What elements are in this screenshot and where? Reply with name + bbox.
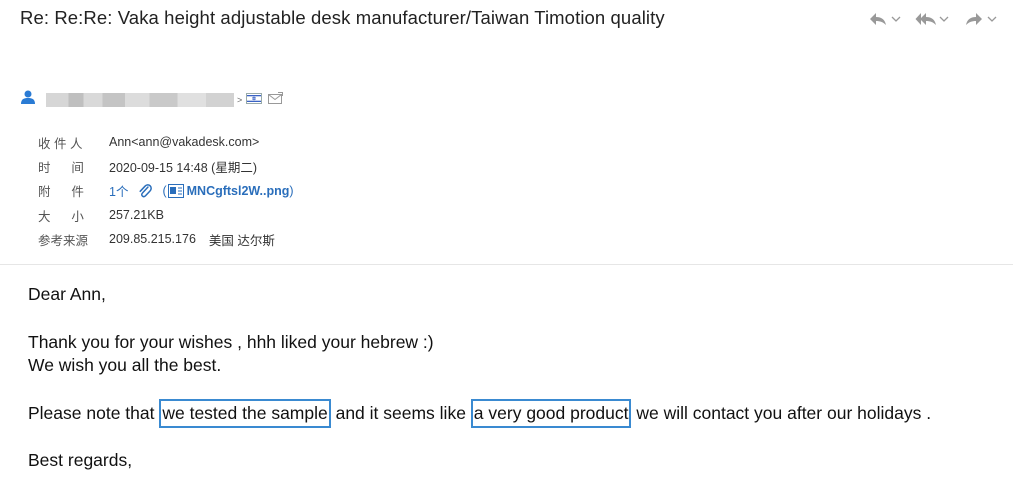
meta-attachment: 附 件 1个 ( MNCgftsl2W..png ) (38, 179, 294, 203)
chevron-down-icon[interactable] (889, 10, 903, 28)
meta-recipient: 收 件 人 Ann<ann@vakadesk.com> (38, 130, 294, 154)
body-line-3-middle: and it seems like (330, 402, 471, 423)
recipient-label: 收 件 人 (38, 136, 83, 151)
forward-group (963, 10, 999, 28)
body-line-3-start: Please note that (28, 402, 160, 423)
time-value: 2020-09-15 14:48 (星期二) (109, 160, 257, 175)
source-ip: 209.85.215.176 (109, 232, 196, 247)
attachment-paren-open: ( (162, 183, 167, 198)
chevron-down-icon[interactable] (985, 10, 999, 28)
body-line-3-end: we will contact you after our holidays . (631, 402, 932, 423)
paperclip-icon[interactable] (138, 183, 153, 199)
highlight-box-product: a very good product (470, 398, 632, 428)
recipient-value[interactable]: Ann<ann@vakadesk.com> (109, 135, 259, 149)
reply-all-icon[interactable] (915, 10, 937, 28)
source-value: 209.85.215.176 美国 达尔斯 (109, 230, 275, 249)
user-icon (20, 90, 36, 109)
sender-caret[interactable]: > (237, 95, 242, 105)
size-label: 大 小 (38, 209, 84, 224)
attachment-count[interactable]: 1个 (109, 181, 128, 200)
message-toolbar (859, 10, 999, 28)
source-label: 参考来源 (38, 233, 89, 248)
source-location: 美国 达尔斯 (208, 233, 275, 248)
body-line-2: We wish you all the best. (28, 355, 222, 375)
sender-address-redacted[interactable] (46, 92, 234, 107)
sender-row: > (20, 90, 284, 109)
attachment-label: 附 件 (38, 185, 84, 200)
time-label: 时 间 (38, 160, 84, 175)
body-line-1: Thank you for your wishes , hhh liked yo… (28, 331, 434, 352)
attachment-paren-close: ) (289, 183, 294, 198)
body-line-3: Please note that we tested the sample an… (28, 398, 932, 428)
file-icon (167, 183, 184, 198)
meta-time: 时 间 2020-09-15 14:48 (星期二) (38, 154, 294, 178)
forward-icon[interactable] (963, 10, 985, 28)
meta-size: 大 小 257.21KB (38, 203, 294, 227)
envelope-icon[interactable] (268, 91, 284, 109)
email-meta: 收 件 人 Ann<ann@vakadesk.com> 时 间 2020-09-… (38, 130, 294, 251)
attachment-value: 1个 ( MNCgftsl2W..png ) (109, 181, 294, 200)
reply-icon[interactable] (867, 10, 889, 28)
chevron-down-icon[interactable] (937, 10, 951, 28)
attachment-name-link[interactable]: MNCgftsl2W..png (187, 184, 290, 198)
flag-icon (246, 91, 263, 109)
size-value: 257.21KB (109, 208, 164, 223)
reply-group (867, 10, 903, 28)
closing: Best regards, (28, 450, 133, 470)
email-subject: Re: Re:Re: Vaka height adjustable desk m… (20, 7, 665, 28)
header-divider (0, 264, 1013, 265)
email-body: Dear Ann, Thank you for your wishes , hh… (28, 283, 931, 473)
reply-all-group (915, 10, 951, 28)
greeting: Dear Ann, (28, 284, 106, 304)
highlight-box-sample: we tested the sample (159, 398, 331, 428)
meta-source: 参考来源 209.85.215.176 美国 达尔斯 (38, 227, 294, 251)
